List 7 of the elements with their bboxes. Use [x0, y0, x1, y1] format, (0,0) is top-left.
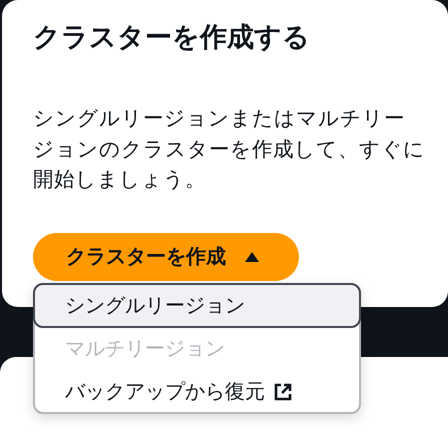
menu-item[interactable]: シングルリージョン: [33, 283, 361, 328]
card-description: シングルリージョンまたはマルチリージョンのクラスターを作成して、すぐに開始しましょう。: [33, 105, 425, 193]
card-title: クラスターを作成する: [33, 21, 311, 55]
external-link-icon: [273, 382, 293, 402]
caret-icon: [244, 250, 260, 262]
create-cluster-button[interactable]: クラスターを作成: [33, 232, 299, 280]
menu-item[interactable]: バックアップから復元: [33, 369, 361, 414]
